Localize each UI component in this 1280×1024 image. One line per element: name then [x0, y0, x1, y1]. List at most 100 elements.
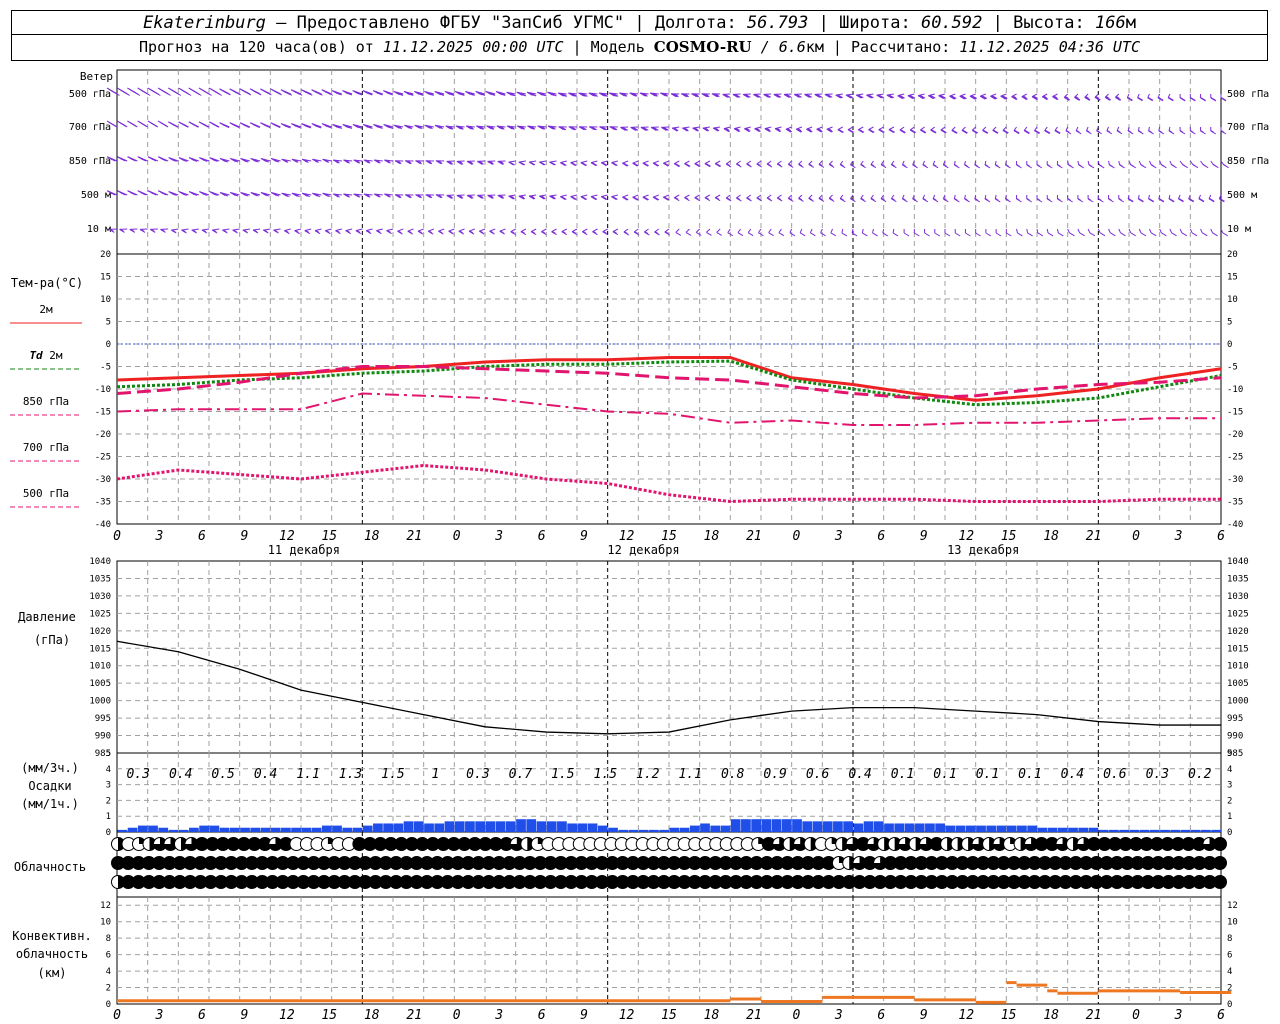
wind-barb [1085, 126, 1092, 135]
conv-xtick: 18 [704, 1008, 720, 1023]
wind-barb [938, 93, 946, 100]
wind-level-label-left: 850 гПа [69, 156, 111, 167]
wind-barb [291, 158, 302, 163]
wind-barb [680, 93, 690, 98]
precip-bar [1139, 829, 1150, 832]
wind-barb [314, 228, 322, 235]
wind-barb [1158, 126, 1165, 135]
wind-barb [959, 93, 967, 100]
wind-barb [353, 159, 363, 164]
temp-xtick: 18 [1043, 529, 1059, 544]
wind-barb-flag [924, 232, 930, 237]
wind-barb [1000, 93, 1008, 100]
conv-xtick: 6 [877, 1008, 885, 1023]
wind-barb [890, 194, 897, 203]
wind-barb [508, 160, 516, 166]
wind-barb-staff [716, 228, 721, 233]
wind-barb [425, 160, 434, 165]
wind-barb [386, 228, 394, 235]
conv-xtick: 9 [920, 1008, 928, 1023]
precip-bar [853, 823, 864, 832]
wind-barb [912, 160, 918, 169]
wind-barb [557, 92, 568, 97]
conv-ytick-left: 4 [106, 967, 111, 977]
wind-barb [551, 228, 557, 236]
wind-barb [971, 126, 979, 134]
precip-total-label: 0.2 [1188, 767, 1212, 782]
wind-barb-staff [397, 228, 404, 232]
conv-panel-title-2: облачность [16, 947, 88, 961]
precip-total-label: 1.5 [381, 767, 405, 782]
pressure-ytick-right: 1040 [1227, 557, 1249, 567]
wind-barb [273, 228, 281, 234]
temp-xtick: 21 [746, 529, 762, 544]
wind-barb [178, 157, 189, 163]
conv-xtick: 12 [958, 1008, 974, 1023]
wind-barb [137, 190, 148, 196]
wind-barb [994, 194, 1001, 203]
wind-barb [818, 160, 825, 168]
wind-barb [1016, 228, 1023, 237]
wind-barb [964, 194, 970, 203]
wind-barb-flag [1140, 232, 1147, 237]
wind-barb [1097, 160, 1105, 169]
wind-barb [640, 126, 649, 131]
wind-barb [1157, 93, 1164, 102]
wind-barb [1179, 228, 1188, 237]
wind-barb-staff [1148, 228, 1152, 234]
wind-barb-staff [644, 228, 649, 233]
wind-barb [252, 228, 261, 234]
wind-barb [1188, 194, 1195, 203]
wind-barb-flag [841, 232, 848, 237]
wind-level-label-right: 850 гПа [1227, 156, 1269, 167]
wind-barb [953, 160, 960, 169]
wind-barb [394, 194, 404, 199]
wind-barb [1169, 228, 1177, 237]
wind-barb [714, 194, 721, 202]
wind-barb [188, 191, 199, 197]
precip-total-label: 0.4 [254, 767, 277, 782]
wind-barb [250, 191, 261, 197]
wind-barb [1096, 126, 1102, 135]
wind-barb [961, 126, 968, 134]
pressure-ytick-right: 1010 [1227, 662, 1249, 672]
wind-barb [1218, 194, 1225, 203]
wind-barb [675, 228, 682, 236]
wind-barb [746, 160, 752, 168]
wind-barb-flag [768, 232, 774, 237]
conv-xtick: 6 [198, 1008, 206, 1023]
wind-barb [250, 157, 261, 163]
temp-xtick: 9 [920, 529, 928, 544]
wind-barb-flag [1150, 232, 1157, 237]
wind-barb [661, 126, 670, 131]
wind-barb [171, 228, 179, 234]
wind-barb [1004, 160, 1011, 169]
wind-barb [475, 90, 486, 97]
wind-barb [332, 193, 342, 198]
precip-bar [577, 823, 588, 832]
wind-barb [1013, 126, 1020, 135]
wind-barb [1036, 228, 1044, 237]
wind-barb-staff [830, 228, 834, 234]
wind-level-label-right: 700 гПа [1227, 122, 1269, 133]
precip-bar [505, 821, 516, 832]
temp-xtick: 9 [240, 529, 248, 544]
wind-barb [229, 88, 241, 96]
wind-barb [901, 194, 908, 203]
precip-total-label: 0.1 [1018, 767, 1041, 782]
day-label: 13 декабря [947, 543, 1019, 557]
temp-xtick: 3 [1174, 529, 1183, 544]
wind-barb [1137, 194, 1144, 203]
pressure-ytick-left: 1020 [89, 627, 111, 637]
wind-barb-flag [1110, 232, 1116, 237]
conv-xtick: 0 [792, 1008, 800, 1023]
wind-barb [549, 160, 557, 166]
wind-barb [949, 93, 957, 100]
cloud-symbol-fill [1213, 856, 1227, 870]
temp-ytick-left: 0 [106, 340, 111, 350]
precip-bar [1160, 829, 1170, 832]
wind-barb [1208, 194, 1215, 203]
wind-barb [560, 194, 567, 201]
wind-barb [684, 160, 691, 168]
wind-barb [798, 160, 804, 168]
